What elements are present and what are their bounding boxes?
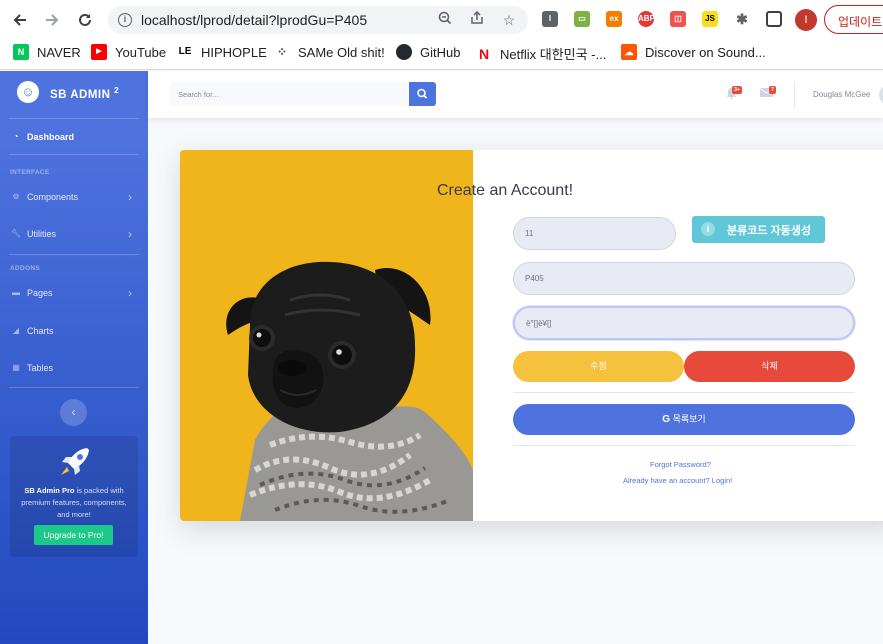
id-field[interactable] <box>513 217 676 250</box>
bookmark-same-old-shit[interactable]: ⁘ SAMe Old shit! <box>274 44 385 60</box>
code-field[interactable] <box>513 262 855 295</box>
back-arrow-icon[interactable] <box>9 9 31 31</box>
update-button[interactable]: 업데이트 <box>824 5 883 34</box>
naver-icon: N <box>13 44 29 60</box>
extension-chat-icon[interactable]: ◫ <box>670 11 686 27</box>
extension-ex-icon[interactable]: ex <box>606 11 622 27</box>
brand-name: SB ADMIN <box>50 88 111 101</box>
chevron-left-icon: ‹ <box>71 405 76 419</box>
chevron-right-icon: › <box>128 286 132 300</box>
name-field[interactable] <box>513 306 855 340</box>
extensions-puzzle-icon[interactable]: ✱ <box>734 11 750 27</box>
search-icon <box>417 88 428 99</box>
sidebar-item-components[interactable]: ⚙ Components › <box>0 188 148 208</box>
github-icon <box>396 44 412 60</box>
bookmark-youtube[interactable]: ▶ YouTube <box>91 44 166 60</box>
bookmark-star-icon[interactable]: ☆ <box>500 11 518 29</box>
search-input[interactable] <box>170 82 409 106</box>
form-divider <box>513 445 855 446</box>
bookmark-hiphople[interactable]: LE HIPHOPLE <box>177 44 267 60</box>
extension-js-icon[interactable]: JS <box>702 11 718 27</box>
bookmark-naver[interactable]: N NAVER <box>13 44 81 60</box>
chart-area-icon: ◢ <box>12 326 20 335</box>
extension-screen-icon[interactable]: ▭ <box>574 11 590 27</box>
same-icon: ⁘ <box>274 44 290 60</box>
bookmarks-bar: N NAVER ▶ YouTube LE HIPHOPLE ⁘ SAMe Old shi… <box>0 39 883 70</box>
sidebar-heading-addons: ADDONS <box>10 265 40 272</box>
hiphople-icon: LE <box>177 44 193 60</box>
messages-badge: 7 <box>769 86 777 94</box>
user-name[interactable]: Douglas McGee <box>813 90 870 99</box>
promo-text: SB Admin Pro is packed with premium feat… <box>16 485 132 521</box>
search-button[interactable] <box>409 82 436 106</box>
sidebar-toggle-button[interactable]: ‹ <box>60 399 87 426</box>
edit-button[interactable]: 수정 <box>513 351 684 382</box>
soundcloud-icon: ☁ <box>621 44 637 60</box>
form-divider <box>513 392 855 393</box>
bookmark-soundcloud[interactable]: ☁ Discover on Sound... <box>621 44 766 60</box>
sidebar-item-charts[interactable]: ◢ Charts <box>0 322 148 342</box>
brand-version: 2 <box>114 86 120 95</box>
google-icon: G <box>662 414 671 425</box>
sidebar-promo-card: SB Admin Pro is packed with premium feat… <box>10 436 138 557</box>
extension-i-icon[interactable]: I <box>542 11 558 27</box>
alerts-badge: 3+ <box>732 86 743 94</box>
bookmark-github[interactable]: GitHub <box>396 44 460 60</box>
topbar: 3+ 7 Douglas McGee <box>148 71 883 118</box>
topbar-divider <box>794 82 795 107</box>
sidebar-divider <box>9 154 139 155</box>
adblock-icon[interactable]: ABP <box>638 11 655 27</box>
rocket-icon <box>61 448 89 475</box>
forgot-password-link[interactable]: Forgot Password? <box>650 460 711 469</box>
laugh-wink-icon: ☺ <box>14 78 42 106</box>
youtube-icon: ▶ <box>91 44 107 60</box>
forward-arrow-icon[interactable] <box>41 9 63 31</box>
sidebar-brand[interactable]: ☺ SB ADMIN 2 <box>0 71 148 117</box>
sidebar-heading-interface: INTERFACE <box>10 169 50 176</box>
zoom-icon[interactable] <box>436 11 454 29</box>
chevron-right-icon: › <box>128 227 132 241</box>
share-icon[interactable] <box>468 10 486 29</box>
generate-code-button[interactable]: i 분류코드 자동생성 <box>692 216 825 243</box>
avatar[interactable] <box>879 85 883 105</box>
profile-avatar[interactable]: I <box>795 9 817 31</box>
netflix-icon: N <box>476 45 492 62</box>
form-title: Create an Account! <box>437 182 574 199</box>
tachometer-icon: ◔ <box>13 132 19 141</box>
info-circle-icon: i <box>701 222 715 236</box>
sidebar-divider <box>9 254 139 255</box>
wrench-icon: 🔧︎ <box>11 229 22 238</box>
chevron-right-icon: › <box>128 190 132 204</box>
sidebar-item-tables[interactable]: ▦ Tables <box>0 359 148 379</box>
cog-icon: ⚙ <box>12 192 20 201</box>
list-button[interactable]: G 목록보기 <box>513 404 855 435</box>
browser-toolbar: i localhost/lprod/detail?lprodGu=P405 ☆ … <box>0 0 883 39</box>
promo-brand: SB Admin Pro <box>24 486 75 495</box>
sidebar-divider <box>9 118 139 119</box>
folder-icon: ▬ <box>12 288 20 297</box>
bookmark-netflix[interactable]: N Netflix 대한민국 -... <box>476 44 606 63</box>
upgrade-to-pro-button[interactable]: Upgrade to Pro! <box>34 525 113 545</box>
sidebar-item-pages[interactable]: ▬ Pages › <box>0 284 148 304</box>
sidebar-divider <box>9 387 139 388</box>
sidebar: ☺ SB ADMIN 2 ◔ Dashboard INTERFACE ⚙ Com… <box>0 71 148 644</box>
pug-image <box>180 150 473 521</box>
login-link[interactable]: Already have an account? Login! <box>623 476 732 485</box>
side-panel-icon[interactable] <box>766 11 782 27</box>
sidebar-item-dashboard[interactable]: ◔ Dashboard <box>0 128 148 148</box>
reload-icon[interactable] <box>74 9 96 31</box>
sidebar-item-utilities[interactable]: 🔧︎ Utilities › <box>0 225 148 245</box>
url-text[interactable]: localhost/lprod/detail?lprodGu=P405 <box>141 12 367 28</box>
delete-button[interactable]: 삭제 <box>684 351 855 382</box>
site-info-icon[interactable]: i <box>118 13 132 27</box>
table-icon: ▦ <box>12 363 20 372</box>
address-bar[interactable]: i localhost/lprod/detail?lprodGu=P405 ☆ <box>108 6 528 34</box>
